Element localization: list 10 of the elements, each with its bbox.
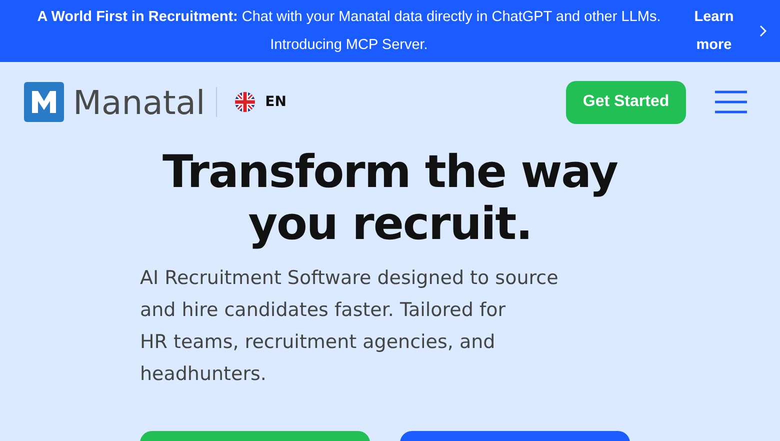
hero-headline: Transform the way you recruit. [162, 146, 618, 250]
chevron-right-icon[interactable] [759, 25, 767, 37]
hero-subtitle: AI Recruitment Software designed to source and hire candidates faster. Tailored for HR teams, recruitment agencies, and headhunters. [140, 266, 560, 387]
logo-icon[interactable] [24, 82, 64, 122]
learn-more-link[interactable]: Learn more [679, 3, 749, 59]
uk-flag-icon[interactable] [235, 92, 256, 112]
menu-icon[interactable] [715, 90, 747, 114]
logo-wordmark[interactable]: Manatal [73, 82, 206, 122]
announcement-text: A World First in Recruitment: Chat with your Manatal data directly in ChatGPT and other LLMs. Introducing MCP Server. [36, 8, 662, 55]
language-selector[interactable]: EN [265, 94, 286, 110]
